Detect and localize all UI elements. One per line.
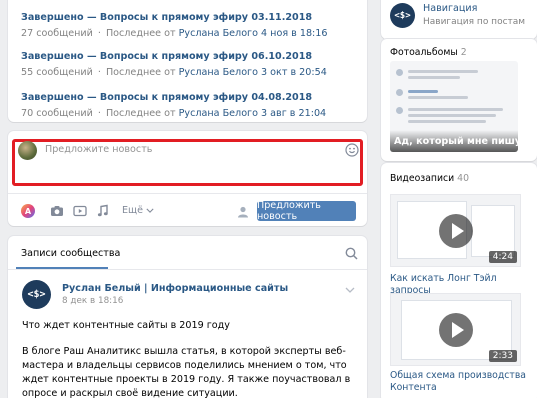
news-input[interactable]: Предложите новость — [45, 144, 152, 155]
topic-item[interactable]: Завершено — Вопросы к прямому эфиру 06.1… — [21, 51, 327, 78]
albums-heading[interactable]: Фотоальбомы 2 — [390, 47, 467, 58]
video-thumbnail[interactable]: 2:33 — [390, 293, 521, 366]
chevron-down-icon — [146, 208, 154, 213]
video-duration: 2:33 — [488, 350, 517, 362]
album-title: Ад, который мне пишу... — [394, 136, 518, 147]
chat-line — [408, 120, 486, 123]
photo-albums: Фотоальбомы2 Ад, который мне пишу...5 — [381, 39, 537, 161]
topic-last-prefix: Последнее от — [105, 28, 176, 39]
chat-line — [408, 114, 496, 117]
navigation-widget[interactable]: <$> Навигация Навигация по постам — [381, 0, 537, 39]
videos-count: 40 — [457, 173, 470, 184]
person-icon[interactable] — [237, 206, 249, 218]
author-avatar[interactable]: <$> — [22, 280, 51, 309]
navigation-subtitle: Навигация по постам — [423, 17, 526, 27]
navigation-avatar: <$> — [390, 3, 415, 28]
tabs-divider — [8, 269, 367, 270]
topic-last-author[interactable]: Руслана Белого 3 окт в 20:54 — [179, 67, 327, 78]
avatar[interactable] — [18, 141, 37, 160]
topic-last-author[interactable]: Руслана Белого 4 ноя в 18:16 — [179, 28, 328, 39]
photo-icon[interactable] — [49, 203, 64, 218]
chat-avatar — [396, 89, 403, 96]
video-thumbnail[interactable]: 4:24 — [390, 194, 521, 267]
video-duration: 4:24 — [488, 251, 517, 263]
topics-card: Завершено — Вопросы к прямому эфиру 03.1… — [8, 0, 367, 122]
topic-last-author[interactable]: Руслана Белого 3 авг в 21:04 — [179, 108, 327, 119]
more-label: Ещё — [122, 205, 144, 216]
post-author[interactable]: Руслан Белый | Информационные сайты — [62, 283, 288, 294]
play-icon[interactable] — [438, 312, 473, 347]
svg-text:A: A — [24, 207, 31, 216]
chat-line — [408, 76, 460, 79]
chat-line — [408, 108, 503, 111]
videos-heading-label: Видеозаписи — [390, 173, 455, 184]
topic-item[interactable]: Завершено — Вопросы к прямому эфиру 03.1… — [21, 12, 328, 39]
video-icon[interactable] — [72, 203, 87, 218]
topic-count: 70 сообщений — [21, 108, 93, 119]
topic-meta: 55 сообщений · Последнее от Руслана Белого… — [21, 67, 327, 78]
topic-last-prefix: Последнее от — [105, 108, 176, 119]
post-composer: Предложите новость A Ещё Предложить ново… — [8, 131, 367, 226]
chat-avatar — [396, 69, 403, 76]
chat-line — [408, 70, 478, 73]
composer-toolbar: A Ещё — [20, 203, 154, 218]
album-thumbnail[interactable]: Ад, который мне пишу...5 — [390, 61, 518, 152]
topic-count: 27 сообщений — [21, 28, 93, 39]
video-title[interactable]: Общая схема производства Контента — [390, 370, 530, 394]
wall-posts: Записи сообщества <$> Руслан Белый | Инф… — [8, 236, 367, 398]
chat-line — [408, 96, 468, 99]
albums-count: 2 — [460, 47, 467, 58]
suggest-news-button[interactable]: Предложить новость — [257, 200, 356, 222]
play-icon[interactable] — [438, 213, 473, 248]
topic-item[interactable]: Завершено — Вопросы к прямому эфиру 04.0… — [21, 92, 326, 119]
album-caption: Ад, который мне пишу...5 — [390, 130, 518, 152]
navigation-title[interactable]: Навигация — [423, 3, 477, 14]
albums-heading-label: Фотоальбомы — [390, 47, 458, 58]
tab-community-posts[interactable]: Записи сообщества — [21, 248, 120, 259]
post-date[interactable]: 8 дек в 18:16 — [62, 296, 123, 306]
post-body: В блоге Раш Аналитикс вышла статья, в ко… — [22, 346, 351, 398]
topic-meta: 70 сообщений · Последнее от Руслана Белого… — [21, 108, 327, 119]
more-attachments-button[interactable]: Ещё — [122, 205, 154, 216]
chevron-down-icon[interactable] — [345, 287, 355, 293]
emoji-icon[interactable] — [345, 143, 359, 157]
music-icon[interactable] — [95, 203, 110, 218]
chat-line — [408, 90, 438, 93]
video-preview-page — [471, 205, 515, 257]
topic-last-prefix: Последнее от — [105, 67, 176, 78]
search-icon[interactable] — [345, 247, 358, 260]
videos-section: Видеозаписи 40 4:24 Как искать Лонг Тэйл … — [381, 163, 537, 398]
topic-title[interactable]: Завершено — Вопросы к прямому эфиру 04.0… — [21, 92, 326, 103]
topic-title[interactable]: Завершено — Вопросы к прямому эфиру 03.1… — [21, 12, 328, 23]
videos-heading[interactable]: Видеозаписи 40 — [390, 173, 469, 184]
chat-avatar — [396, 107, 403, 114]
poster-icon[interactable]: A — [20, 203, 35, 218]
topic-title[interactable]: Завершено — Вопросы к прямому эфиру 06.1… — [21, 51, 327, 62]
topic-count: 55 сообщений — [21, 67, 93, 78]
post-title: Что ждет контентные сайты в 2019 году — [22, 320, 230, 331]
topic-meta: 27 сообщений · Последнее от Руслана Белого… — [21, 28, 328, 39]
composer-divider — [8, 193, 367, 194]
